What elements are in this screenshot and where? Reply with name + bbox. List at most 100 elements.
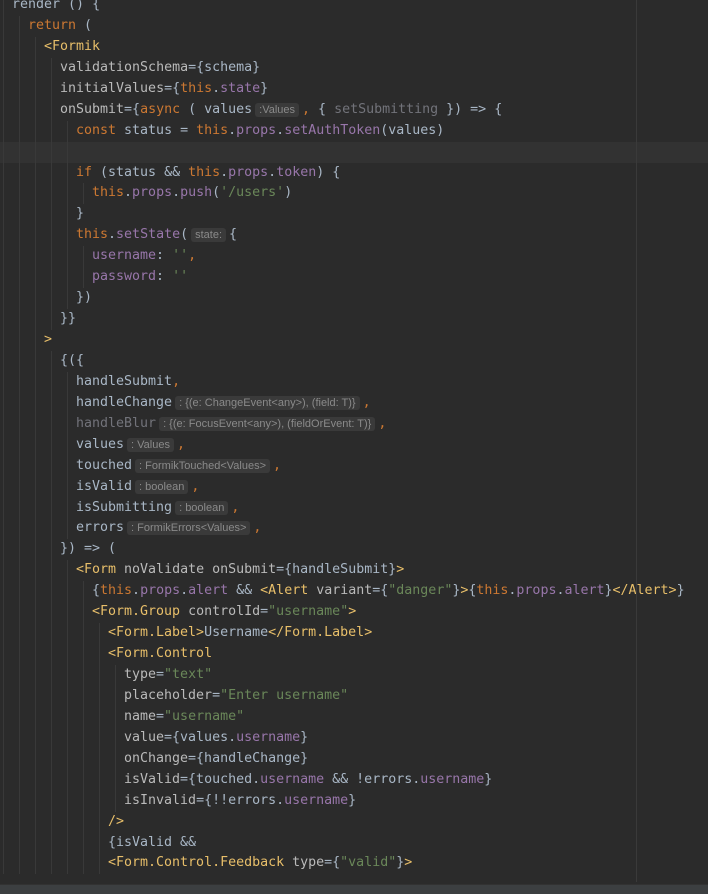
code-line[interactable]: render () {: [0, 0, 708, 16]
indent-guide: [0, 371, 76, 393]
indent-guide: [0, 288, 76, 310]
code-token: ,: [231, 499, 240, 515]
code-token: .: [108, 227, 117, 243]
code-line[interactable]: password: '': [0, 267, 708, 289]
code-editor[interactable]: render () {return (<Formik validationSche…: [0, 0, 708, 875]
indent-guide: [0, 623, 108, 645]
code-line[interactable]: onChange={handleChange}: [0, 748, 708, 770]
code-line[interactable]: <Form.Label>Username</Form.Label>: [0, 623, 708, 645]
code-line[interactable]: type="text": [0, 665, 708, 686]
indent-guide: [0, 706, 124, 728]
code-line[interactable]: isValid={touched.username && !errors.use…: [0, 769, 708, 791]
code-token: ={values.: [164, 729, 237, 745]
code-token: &&: [228, 583, 261, 599]
code-line[interactable]: const status = this.props.setAuthToken(v…: [0, 120, 708, 142]
indent-guide: [0, 0, 12, 16]
code-token: (status &&: [92, 164, 189, 180]
code-line[interactable]: touched: FormikTouched<Values>,: [0, 455, 708, 477]
code-line[interactable]: this.props.push('/users'): [0, 183, 708, 205]
code-line[interactable]: <Form.Control.Feedback type={"valid"}>: [0, 853, 708, 875]
code-line[interactable]: isSubmitting: boolean,: [0, 497, 708, 519]
code-token: =: [156, 708, 165, 724]
code-token: const: [76, 122, 117, 138]
indent-guide: [0, 78, 60, 100]
code-token: "danger": [388, 583, 453, 599]
code-token: (values): [380, 122, 445, 138]
code-line[interactable]: }) => (: [0, 539, 708, 561]
indent-guide: [0, 434, 76, 456]
code-line[interactable]: errors: FormikErrors<Values>,: [0, 518, 708, 540]
code-line[interactable]: username: '',: [0, 246, 708, 268]
code-token: this: [180, 80, 213, 96]
code-line[interactable]: }}: [0, 309, 708, 330]
code-token: render: [12, 0, 61, 12]
code-line[interactable]: name="username": [0, 706, 708, 728]
code-line[interactable]: />: [0, 811, 708, 833]
code-token: ,: [191, 478, 200, 494]
indent-guide: [0, 539, 60, 561]
code-line[interactable]: handleChange: {(e: ChangeEvent<any>), (f…: [0, 392, 708, 414]
code-token: username: [92, 248, 157, 264]
code-token: username: [420, 771, 485, 787]
code-token: token: [276, 164, 317, 180]
indent-guide: [0, 183, 92, 205]
code-line[interactable]: handleSubmit,: [0, 371, 708, 393]
code-token: ={: [164, 80, 181, 96]
code-line[interactable]: >: [0, 330, 708, 351]
code-line[interactable]: <Form.Group controlId="username">: [0, 602, 708, 624]
indent-guide: [0, 518, 76, 540]
indent-guide: [0, 15, 28, 37]
indent-guide: [0, 204, 76, 226]
indent-guide: [0, 267, 92, 289]
code-token: }: [76, 206, 85, 222]
code-token: "text": [164, 667, 213, 682]
indent-guide: [0, 36, 44, 58]
code-line[interactable]: {({: [0, 350, 708, 372]
code-token: validationSchema: [60, 59, 189, 75]
code-token: noValidate onSubmit: [116, 562, 277, 578]
code-line[interactable]: value={values.username}: [0, 727, 708, 749]
breadcrumb-bar[interactable]: [0, 884, 708, 894]
code-token: ={!!errors.: [196, 792, 285, 808]
code-token: :: [156, 248, 173, 264]
code-line[interactable]: {this.props.alert && <Alert variant={"da…: [0, 581, 708, 603]
code-line[interactable]: validationSchema={schema}: [0, 57, 708, 79]
code-line[interactable]: handleBlur: {(e: FocusEvent<any>), (fiel…: [0, 413, 708, 435]
code-token: this: [476, 583, 509, 599]
code-line[interactable]: initialValues={this.state}: [0, 78, 708, 100]
code-line[interactable]: <Formik: [0, 36, 708, 58]
code-line[interactable]: this.setState(state:{: [0, 225, 708, 247]
code-token: :: [156, 269, 173, 285]
code-token: .: [276, 122, 285, 138]
indent-guide: [0, 665, 124, 686]
code-line[interactable]: isInvalid={!!errors.username}: [0, 790, 708, 812]
code-line[interactable]: isValid: boolean,: [0, 476, 708, 498]
code-line[interactable]: if (status && this.props.token) {: [0, 162, 708, 184]
inlay-type-hint: :Values: [255, 102, 300, 117]
code-line[interactable]: <Form noValidate onSubmit={handleSubmit}…: [0, 560, 708, 582]
code-line[interactable]: <Form.Control: [0, 644, 708, 665]
indent-guide: [0, 141, 76, 163]
code-line[interactable]: }: [0, 204, 708, 226]
code-token: .: [172, 185, 181, 201]
code-token: }) => {: [438, 101, 503, 117]
code-token: ,: [172, 373, 181, 389]
code-line[interactable]: placeholder="Enter username": [0, 685, 708, 707]
code-token: }: [348, 792, 357, 808]
code-line[interactable]: values: Values,: [0, 434, 708, 456]
code-token: }) => (: [60, 541, 117, 557]
code-token: "username": [164, 708, 245, 724]
code-token: }}: [60, 311, 77, 327]
code-token: username: [236, 729, 301, 745]
code-token: props: [228, 164, 269, 180]
code-line[interactable]: {isValid &&: [0, 832, 708, 854]
code-line[interactable]: [0, 141, 708, 163]
code-line[interactable]: return (: [0, 15, 708, 37]
code-token: ={schema}: [188, 59, 261, 75]
code-line[interactable]: }): [0, 288, 708, 310]
code-line[interactable]: onSubmit={async ( values:Values, { setSu…: [0, 99, 708, 121]
code-token: setSubmitting: [334, 101, 439, 117]
code-token: ,: [378, 415, 387, 431]
indent-guide: [0, 225, 76, 247]
indent-guide: [0, 811, 108, 833]
